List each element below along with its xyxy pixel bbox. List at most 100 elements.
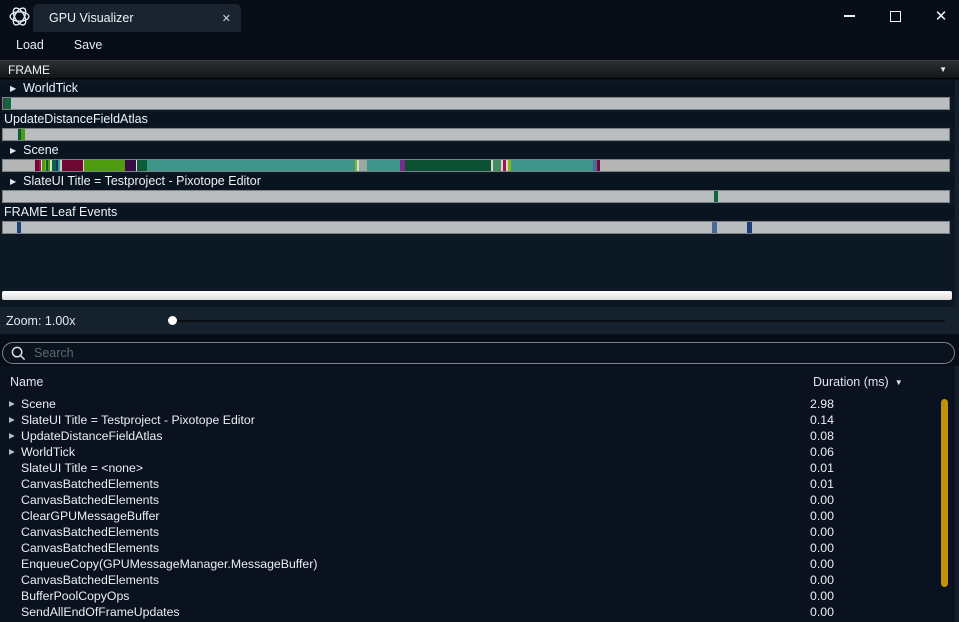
- close-button[interactable]: ✕: [931, 6, 951, 26]
- event-name: CanvasBatchedElements: [21, 524, 159, 540]
- timeline-bar[interactable]: [2, 128, 950, 141]
- chevron-down-icon: ▼: [939, 65, 947, 74]
- timeline-segment[interactable]: [493, 160, 501, 171]
- tab-gpu-visualizer[interactable]: GPU Visualizer ✕: [33, 4, 241, 32]
- expander-icon[interactable]: ▶: [9, 444, 15, 460]
- maximize-button[interactable]: [885, 6, 905, 26]
- menu-bar: LoadSave: [0, 32, 959, 58]
- column-header-name[interactable]: Name: [10, 375, 43, 389]
- window-controls: ✕: [839, 0, 951, 32]
- timeline-segment[interactable]: [714, 191, 718, 202]
- timeline-segment[interactable]: [21, 129, 25, 140]
- event-duration: 0.08: [810, 428, 834, 444]
- table-row[interactable]: CanvasBatchedElements0.00: [0, 492, 955, 508]
- timeline-row-label[interactable]: ▶WorldTick: [0, 81, 955, 96]
- timeline-segment[interactable]: [3, 160, 35, 171]
- timeline-bar[interactable]: [2, 221, 950, 234]
- timeline-row-title: UpdateDistanceFieldAtlas: [4, 112, 148, 127]
- table-row[interactable]: CanvasBatchedElements0.00: [0, 524, 955, 540]
- timeline-segment[interactable]: [359, 160, 367, 171]
- event-duration: 0.00: [810, 572, 834, 588]
- title-bar: GPU Visualizer ✕ ✕: [0, 0, 959, 32]
- timeline-segment[interactable]: [147, 160, 355, 171]
- table-row[interactable]: ▶ WorldTick 0.06: [0, 444, 955, 460]
- sort-desc-icon: ▼: [895, 378, 903, 387]
- zoom-slider-track[interactable]: [168, 320, 945, 322]
- timeline-segment[interactable]: [137, 160, 147, 171]
- event-name: EnqueueCopy(GPUMessageManager.MessageBuf…: [21, 556, 317, 572]
- timeline-segment[interactable]: [712, 222, 717, 233]
- search-box[interactable]: [2, 342, 955, 364]
- table-row[interactable]: ClearGPUMessageBuffer0.00: [0, 508, 955, 524]
- expander-icon[interactable]: ▶: [9, 428, 15, 444]
- event-duration: 0.14: [810, 412, 834, 428]
- pixotope-logo-icon: [7, 4, 32, 29]
- tab-close-icon[interactable]: ✕: [222, 12, 231, 25]
- vertical-scrollbar[interactable]: [941, 399, 948, 587]
- minimize-button[interactable]: [839, 6, 859, 26]
- timeline-segment[interactable]: [367, 160, 400, 171]
- timeline-segment[interactable]: [405, 160, 491, 171]
- table-row[interactable]: ▶ UpdateDistanceFieldAtlas 0.08: [0, 428, 955, 444]
- timeline-segment[interactable]: [5, 98, 11, 109]
- timeline-segment[interactable]: [747, 222, 752, 233]
- timeline-segment[interactable]: [17, 222, 21, 233]
- maximize-icon: [890, 11, 901, 22]
- timeline-panel: ▶WorldTick UpdateDistanceFieldAtlas ▶ Scene…: [0, 80, 959, 307]
- expander-icon[interactable]: ▶: [10, 81, 16, 96]
- timeline-segment[interactable]: [84, 160, 125, 171]
- event-name: CanvasBatchedElements: [21, 476, 159, 492]
- event-duration: 0.00: [810, 588, 834, 604]
- event-name: Scene: [21, 396, 56, 412]
- menu-item-load[interactable]: Load: [2, 34, 58, 56]
- event-name: WorldTick: [21, 444, 75, 460]
- timeline-segment[interactable]: [125, 160, 136, 171]
- event-name: UpdateDistanceFieldAtlas: [21, 428, 163, 444]
- frame-dropdown[interactable]: FRAME ▼: [0, 60, 959, 79]
- frame-dropdown-value: FRAME: [8, 63, 50, 77]
- event-duration: 0.00: [810, 492, 834, 508]
- table-row[interactable]: ▶ SlateUI Title = Testproject - Pixotope …: [0, 412, 955, 428]
- timeline-bar[interactable]: [2, 190, 950, 203]
- timeline-segment[interactable]: [62, 160, 83, 171]
- expander-icon[interactable]: ▶: [10, 174, 16, 189]
- expander-icon[interactable]: ▶: [9, 412, 15, 428]
- table-row[interactable]: SendAllEndOfFrameUpdates0.00: [0, 604, 955, 620]
- table-row[interactable]: SlateUI Title = <none>0.01: [0, 460, 955, 476]
- event-name: SlateUI Title = Testproject - Pixotope E…: [21, 412, 255, 428]
- table-row[interactable]: BufferPoolCopyOps0.00: [0, 588, 955, 604]
- table-row[interactable]: CanvasBatchedElements 0.00: [0, 572, 955, 588]
- table-row[interactable]: CanvasBatchedElements0.01: [0, 476, 955, 492]
- timeline-row-label[interactable]: ▶ SlateUI Title = Testproject - Pixotope …: [0, 174, 955, 189]
- table-row[interactable]: CanvasBatchedElements0.00: [0, 540, 955, 556]
- timeline-row-title: SlateUI Title = Testproject - Pixotope E…: [23, 174, 261, 189]
- table-row[interactable]: EnqueueCopy(GPUMessageManager.MessageBuf…: [0, 556, 955, 572]
- tab-title: GPU Visualizer: [49, 11, 134, 25]
- table-header: Name Duration (ms) ▼: [0, 366, 955, 396]
- timeline-segment[interactable]: [511, 160, 593, 171]
- timeline-row-label: UpdateDistanceFieldAtlas: [0, 112, 955, 127]
- search-input[interactable]: [34, 346, 946, 360]
- menu-item-save[interactable]: Save: [60, 34, 117, 56]
- table-row[interactable]: ▶Scene2.98: [0, 396, 955, 412]
- expander-icon[interactable]: ▶: [9, 396, 15, 412]
- zoom-control-row: Zoom: 1.00x: [0, 307, 959, 334]
- app-window: GPU Visualizer ✕ ✕ LoadSave FRAME ▼ ▶Wor…: [0, 0, 959, 622]
- horizontal-scrollbar[interactable]: [2, 291, 952, 300]
- events-table: Name Duration (ms) ▼ ▶Scene2.98▶SlateUI …: [0, 366, 959, 622]
- minimize-icon: [844, 15, 855, 17]
- timeline-bar[interactable]: [2, 159, 950, 172]
- expander-icon[interactable]: ▶: [10, 143, 16, 158]
- search-icon: [11, 346, 26, 361]
- timeline-segment[interactable]: [600, 160, 950, 171]
- timeline-row-title: Scene: [23, 143, 58, 158]
- event-duration: 0.06: [810, 444, 834, 460]
- timeline-row-title: FRAME Leaf Events: [4, 205, 117, 220]
- column-header-duration[interactable]: Duration (ms) ▼: [813, 375, 903, 389]
- timeline-bar[interactable]: [2, 97, 950, 110]
- zoom-slider-thumb[interactable]: [168, 316, 177, 325]
- table-body: ▶Scene2.98▶SlateUI Title = Testproject -…: [0, 396, 955, 622]
- event-duration: 0.00: [810, 540, 834, 556]
- event-name: CanvasBatchedElements: [21, 572, 159, 588]
- timeline-row-label[interactable]: ▶ Scene: [0, 143, 955, 158]
